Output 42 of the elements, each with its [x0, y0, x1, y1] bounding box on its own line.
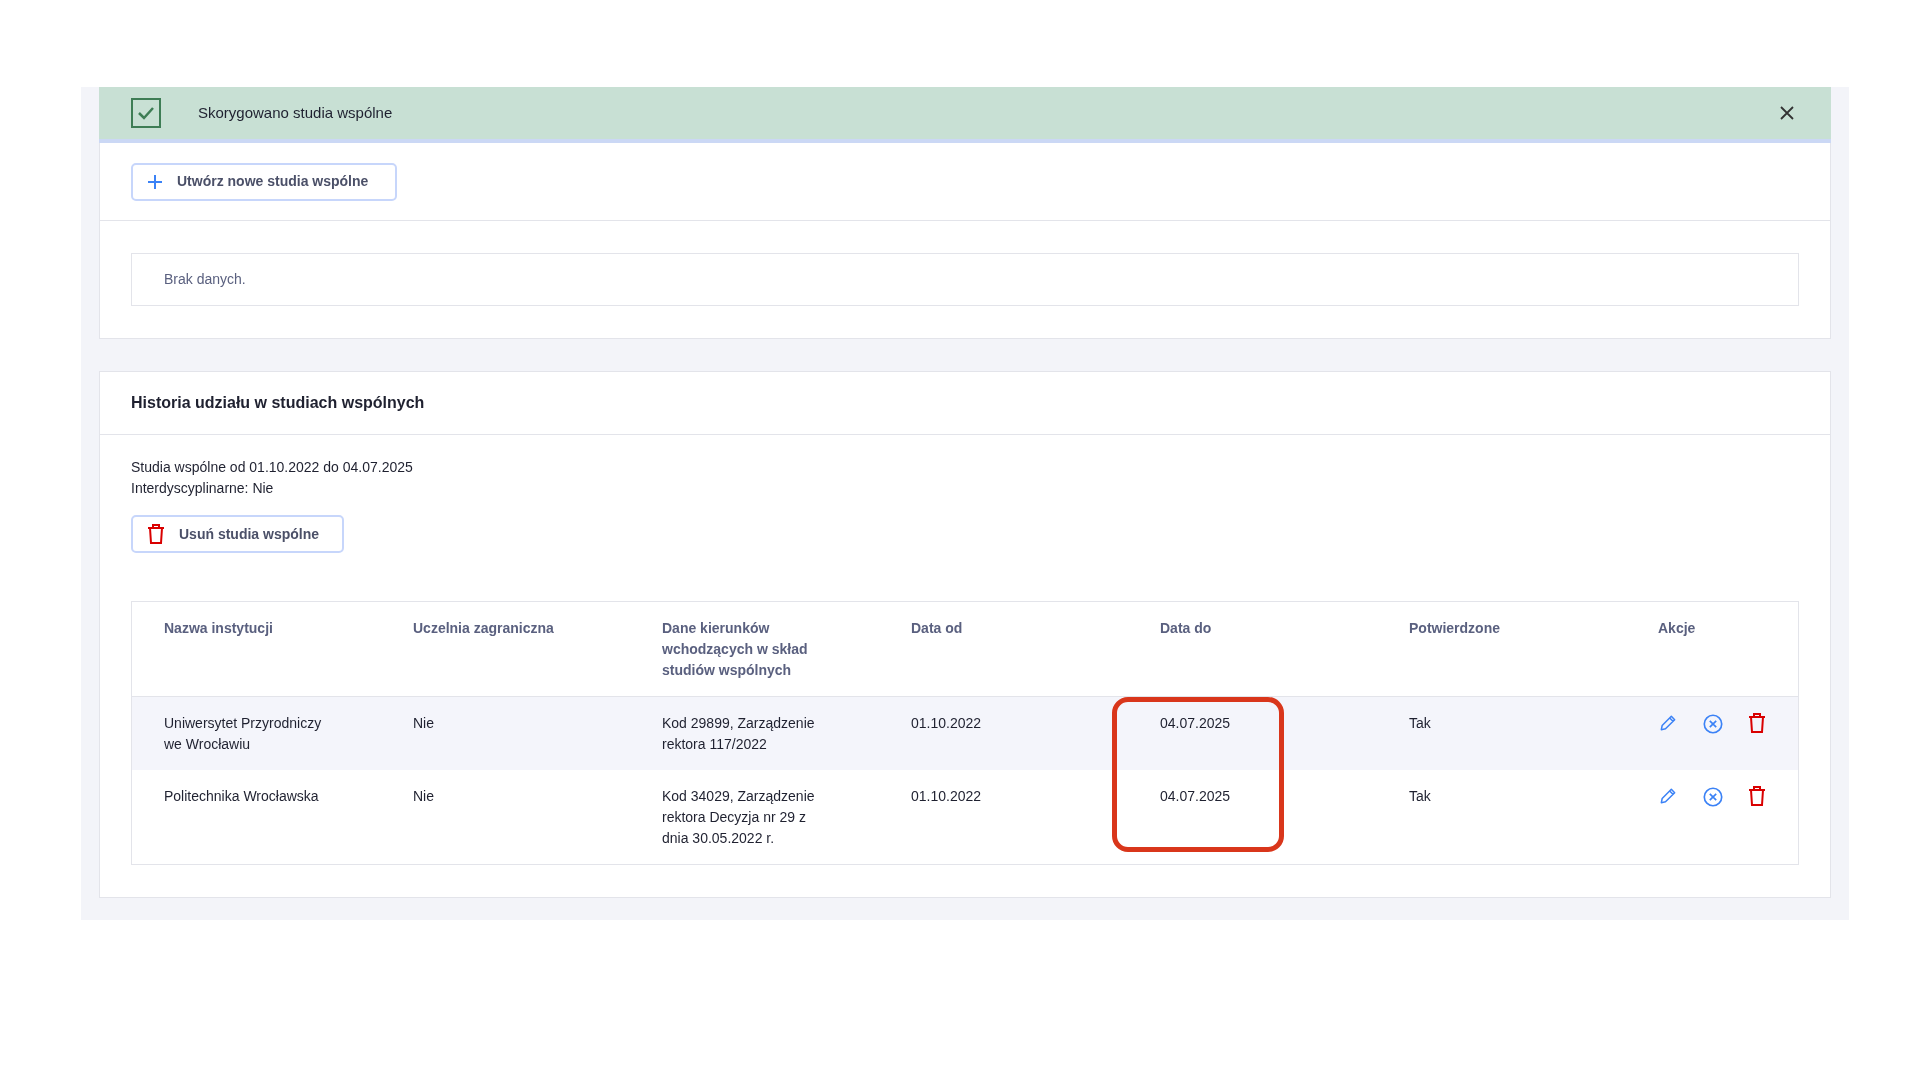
- delete-row-button[interactable]: [1748, 713, 1766, 733]
- plus-icon: [147, 173, 163, 190]
- cancel-button[interactable]: [1702, 786, 1724, 808]
- table-cell-text: 04.07.2025: [1160, 787, 1232, 806]
- summary-text: Studia wspólne od 01.10.2022 do 04.07.2025: [131, 458, 414, 477]
- table-cell-text: Nie: [413, 787, 435, 806]
- column-header: Nazwa instytucji: [164, 619, 274, 638]
- pencil-icon: [1658, 713, 1678, 733]
- table-cell-text: Uniwersytet Przyrodniczy we Wrocławiu: [164, 714, 323, 754]
- cancel-icon: [1702, 786, 1724, 808]
- delete-button[interactable]: Usuń studia wspólne: [131, 515, 344, 553]
- table-cell-text: Nie: [413, 714, 435, 733]
- alert-message: Skorygowano studia wspólne: [198, 102, 393, 123]
- column-header: Data od: [911, 619, 964, 638]
- create-button[interactable]: Utwórz nowe studia wspólne: [131, 162, 397, 201]
- close-button[interactable]: [1779, 105, 1795, 121]
- section-title: Historia udziału w studiach wspólnych: [131, 393, 425, 413]
- column-header: Uczelnia zagraniczna: [413, 619, 555, 638]
- table-cell-text: Tak: [1409, 787, 1432, 806]
- column-header: Potwierdzone: [1409, 619, 1501, 638]
- column-header: Dane kierunków wchodzących w skład studiów wspólnych: [662, 619, 809, 680]
- column-header: Data do: [1160, 619, 1213, 638]
- table-cell-text: Kod 29899, Zarządzenie rektora 117/2022: [662, 714, 816, 754]
- delete-row-button[interactable]: [1748, 786, 1766, 806]
- table-cell-text: 04.07.2025: [1160, 714, 1232, 733]
- table-cell-text: 01.10.2022: [911, 787, 983, 806]
- summary-text: Interdyscyplinarne: Nie: [131, 479, 275, 498]
- trash-icon: [147, 524, 165, 544]
- table-cell-text: 01.10.2022: [911, 714, 983, 733]
- cancel-button[interactable]: [1702, 713, 1724, 735]
- table-cell-text: Kod 34029, Zarządzenie rektora Decyzja nr 29 z dnia 30.05.2022 r.: [662, 787, 816, 848]
- table-cell-text: Tak: [1409, 714, 1432, 733]
- pencil-icon: [1658, 786, 1678, 806]
- cancel-icon: [1702, 713, 1724, 735]
- table-cell-text: Politechnika Wrocławska: [164, 787, 320, 806]
- empty-state-text: Brak danych.: [164, 270, 246, 289]
- trash-icon: [1748, 786, 1766, 806]
- column-header: Akcje: [1658, 619, 1697, 638]
- edit-button[interactable]: [1658, 713, 1678, 733]
- close-icon: [1779, 105, 1795, 121]
- edit-button[interactable]: [1658, 786, 1678, 806]
- trash-icon: [1748, 713, 1766, 733]
